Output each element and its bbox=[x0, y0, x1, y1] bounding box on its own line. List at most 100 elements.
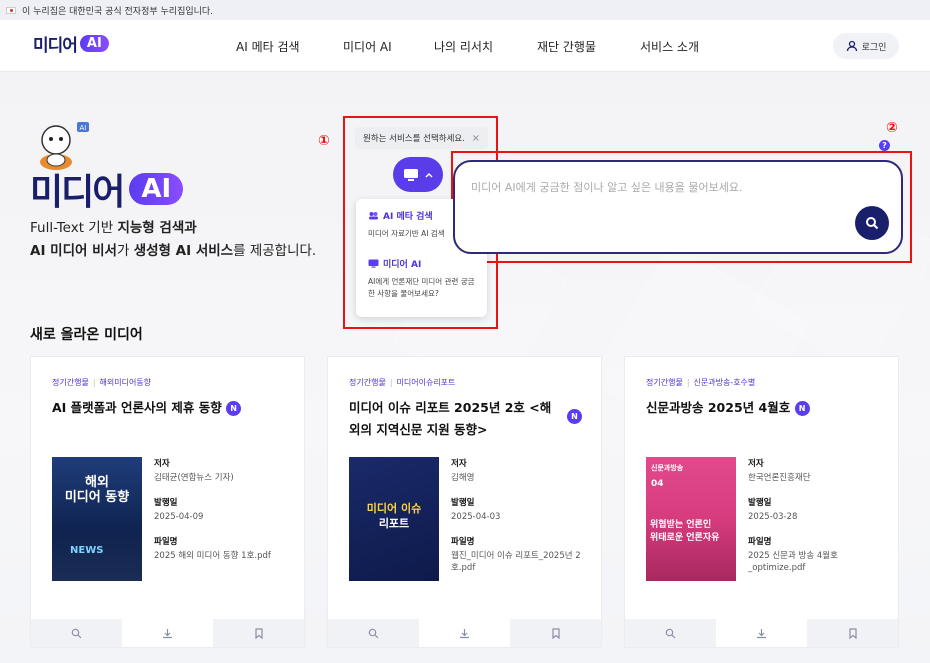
logo-text: 미디어 bbox=[33, 36, 78, 56]
card-meta: 저자 김태균(연합뉴스 기자) 발행일 2025-04-09 파일명 2025 … bbox=[154, 457, 294, 562]
hero-logo: 미디어 AI bbox=[30, 163, 184, 215]
service-selector-button[interactable] bbox=[393, 157, 443, 192]
file-value: 2025 해외 미디어 동향 1호.pdf bbox=[154, 551, 271, 561]
card-title[interactable]: 미디어 이슈 리포트 2025년 2호 <해외의 지역신문 지원 동향> bbox=[349, 397, 559, 441]
author-label: 저자 bbox=[154, 459, 170, 469]
bookmark-icon bbox=[254, 627, 263, 639]
help-icon[interactable]: ? bbox=[879, 140, 890, 151]
author-value: 김해영 bbox=[451, 473, 475, 483]
people-icon bbox=[369, 212, 378, 220]
cover-text: 위태로운 언론자유 bbox=[650, 533, 720, 543]
cover-text: 미디어 동향 bbox=[64, 490, 130, 505]
search-icon bbox=[71, 628, 82, 638]
nav-ai-meta-search[interactable]: AI 메타 검색 bbox=[236, 38, 300, 55]
monitor-icon bbox=[404, 168, 418, 181]
section-title: 새로 올라온 미디어 bbox=[30, 327, 143, 343]
annotation-number-2: ② bbox=[886, 120, 898, 136]
category-secondary[interactable]: 해외미디어동향 bbox=[100, 378, 152, 387]
category-primary[interactable]: 정기간행물 bbox=[349, 378, 386, 387]
media-card[interactable]: 정기간행물 | 미디어이슈리포트 미디어 이슈 리포트 2025년 2호 <해외의 … bbox=[327, 356, 602, 648]
card-cover-image: 미디어 이슈 리포트 bbox=[349, 457, 439, 581]
author-value: 김태균(연합뉴스 기자) bbox=[154, 473, 234, 483]
tooltip-text: 원하는 서비스를 선택하세요. bbox=[363, 134, 465, 144]
download-button[interactable] bbox=[716, 619, 807, 647]
search-input-box[interactable]: 미디어 AI에게 궁금한 점이나 알고 싶은 내용을 물어보세요. bbox=[453, 160, 903, 254]
gov-banner: 이 누리집은 대한민국 공식 전자정부 누리집입니다. bbox=[0, 0, 930, 20]
hero-logo-text: 미디어 bbox=[30, 172, 125, 213]
site-logo[interactable]: 미디어 AI bbox=[33, 31, 109, 56]
card-title-text: 신문과방송 2025년 4월호 bbox=[646, 400, 791, 415]
search-icon bbox=[368, 628, 379, 638]
card-title[interactable]: AI 플랫폼과 언론사의 제휴 동향 N bbox=[52, 397, 290, 419]
login-label: 로그인 bbox=[861, 42, 887, 53]
download-button[interactable] bbox=[419, 619, 510, 647]
cover-text: 위협받는 언론인 bbox=[650, 520, 712, 530]
bookmark-icon bbox=[551, 627, 560, 639]
nav-media-ai[interactable]: 미디어 AI bbox=[343, 38, 392, 55]
download-button[interactable] bbox=[122, 619, 213, 647]
hero-line2-a: AI 미디어 비서 bbox=[30, 243, 117, 259]
new-badge: N bbox=[567, 409, 582, 424]
cover-text: NEWS bbox=[70, 545, 104, 556]
search-icon bbox=[665, 628, 676, 638]
cover-text: 신문과방송 bbox=[651, 464, 684, 472]
header: 미디어 AI AI 메타 검색 미디어 AI 나의 리서치 재단 간행물 서비스… bbox=[0, 20, 930, 72]
gov-banner-text: 이 누리집은 대한민국 공식 전자정부 누리집입니다. bbox=[22, 6, 214, 17]
card-cover-image: 신문과방송 04 위협받는 언론인 위태로운 언론자유 bbox=[646, 457, 736, 581]
hero-line1-a: Full-Text 기반 bbox=[30, 220, 118, 236]
date-label: 발행일 bbox=[748, 498, 772, 508]
bookmark-icon bbox=[848, 627, 857, 639]
monitor-icon bbox=[368, 259, 379, 268]
bookmark-button[interactable] bbox=[807, 619, 898, 647]
download-icon bbox=[460, 628, 469, 638]
option-title: 미디어 AI bbox=[383, 260, 422, 270]
view-button[interactable] bbox=[31, 619, 122, 647]
category-primary[interactable]: 정기간행물 bbox=[646, 378, 683, 387]
nav-service-intro[interactable]: 서비스 소개 bbox=[640, 38, 699, 55]
card-category: 정기간행물 | 신문과방송-호수별 bbox=[646, 378, 756, 387]
login-button[interactable]: 로그인 bbox=[833, 33, 899, 59]
hero-logo-ai: AI bbox=[129, 173, 184, 205]
hero-line2-c: 생성형 AI 서비스 bbox=[133, 243, 234, 259]
service-select-tooltip: 원하는 서비스를 선택하세요. × bbox=[355, 127, 488, 149]
view-button[interactable] bbox=[625, 619, 716, 647]
date-value: 2025-03-28 bbox=[748, 512, 798, 522]
card-meta: 저자 한국언론진흥재단 발행일 2025-03-28 파일명 2025 신문과 … bbox=[748, 457, 888, 574]
author-label: 저자 bbox=[451, 459, 467, 469]
card-title-text: AI 플랫폼과 언론사의 제휴 동향 bbox=[52, 400, 222, 415]
cover-text: 미디어 이슈 bbox=[366, 502, 422, 515]
card-title[interactable]: 신문과방송 2025년 4월호 N bbox=[646, 397, 884, 419]
category-secondary[interactable]: 신문과방송-호수별 bbox=[694, 378, 756, 387]
search-icon bbox=[866, 217, 879, 230]
annotation-number-1: ① bbox=[318, 133, 330, 149]
flag-icon bbox=[6, 6, 16, 14]
new-badge: N bbox=[794, 401, 810, 416]
hero-line2-b: 가 bbox=[116, 243, 134, 259]
media-card[interactable]: 정기간행물 | 신문과방송-호수별 신문과방송 2025년 4월호 N 신문과방송 … bbox=[624, 356, 899, 648]
option-title: AI 메타 검색 bbox=[383, 212, 433, 222]
bookmark-button[interactable] bbox=[213, 619, 304, 647]
category-primary[interactable]: 정기간행물 bbox=[52, 378, 89, 387]
cover-text: 해외 bbox=[85, 475, 109, 490]
dropdown-option-media-ai[interactable]: 미디어 AI AI에게 언론재단 미디어 관련 궁금한 사항을 물어보세요? bbox=[368, 257, 475, 300]
date-value: 2025-04-03 bbox=[451, 512, 501, 522]
bookmark-button[interactable] bbox=[510, 619, 601, 647]
author-label: 저자 bbox=[748, 459, 764, 469]
nav-publications[interactable]: 재단 간행물 bbox=[537, 38, 596, 55]
search-placeholder: 미디어 AI에게 궁금한 점이나 알고 싶은 내용을 물어보세요. bbox=[471, 181, 743, 194]
card-title-text: 미디어 이슈 리포트 2025년 2호 <해외의 지역신문 지원 동향> bbox=[349, 400, 552, 437]
view-button[interactable] bbox=[328, 619, 419, 647]
file-label: 파일명 bbox=[154, 537, 178, 547]
category-secondary[interactable]: 미디어이슈리포트 bbox=[397, 378, 456, 387]
media-card[interactable]: 정기간행물 | 해외미디어동향 AI 플랫폼과 언론사의 제휴 동향 N 해외 미디… bbox=[30, 356, 305, 648]
date-label: 발행일 bbox=[154, 498, 178, 508]
tooltip-close-icon[interactable]: × bbox=[472, 133, 480, 144]
user-icon bbox=[846, 40, 857, 52]
search-button[interactable] bbox=[855, 206, 889, 240]
mascot-ai-text: AI bbox=[80, 124, 87, 132]
card-meta: 저자 김해영 발행일 2025-04-03 파일명 웹진_미디어 이슈 리포트_… bbox=[451, 457, 591, 574]
nav-my-research[interactable]: 나의 리서치 bbox=[434, 38, 493, 55]
date-label: 발행일 bbox=[451, 498, 475, 508]
download-icon bbox=[163, 628, 172, 638]
hero-line1-b: 지능형 검색과 bbox=[117, 220, 197, 236]
